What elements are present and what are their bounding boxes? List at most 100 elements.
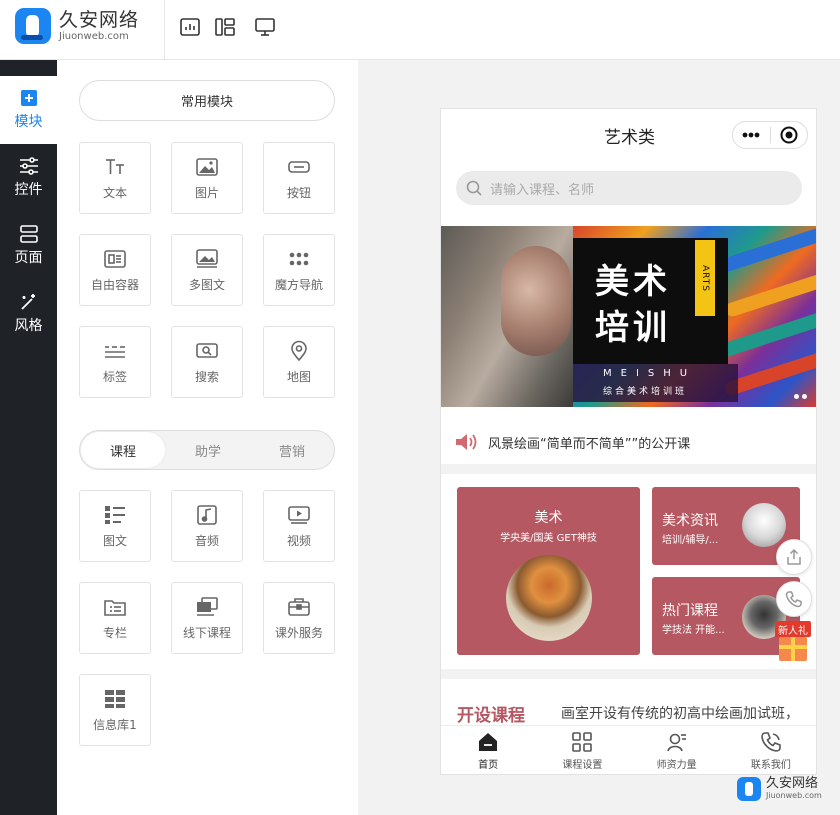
module-cube-nav[interactable]: 魔方导航 [263, 234, 335, 306]
top-bar: 久安网络 Jiuonweb.com [0, 0, 840, 60]
tab-label: 课程设置 [562, 760, 603, 771]
sidebar-item-style[interactable]: 风格 [0, 280, 57, 348]
module-audio[interactable]: 音频 [171, 490, 243, 562]
banner-painter-photo [441, 226, 573, 407]
video-icon [288, 505, 310, 524]
more-icon[interactable] [733, 122, 770, 148]
banner-subtitle-cn: 综合美术培训班 [603, 387, 688, 397]
section-description: 画室开设有传统的初高中绘画加试班， [561, 706, 799, 722]
module-label: 信息库1 [93, 717, 137, 732]
module-label: 地图 [286, 369, 311, 384]
module-column[interactable]: 专栏 [79, 582, 151, 654]
module-graphic-text[interactable]: 图文 [79, 490, 151, 562]
tab-course-settings[interactable]: 课程设置 [535, 726, 629, 774]
card-subtitle: 学技法 开能... [662, 625, 725, 636]
monitor-icon[interactable] [254, 16, 276, 38]
sidebar-item-controls[interactable]: 控件 [0, 144, 57, 212]
tab-label: 首页 [478, 760, 499, 771]
image-icon [196, 157, 218, 176]
sidebar-item-label: 控件 [14, 182, 43, 198]
banner-arts-tag: ARTS [695, 240, 715, 316]
card-painting-image [506, 555, 592, 641]
briefcase-icon [288, 597, 310, 616]
call-button[interactable] [776, 581, 812, 617]
search-icon [466, 180, 482, 196]
common-modules-header[interactable]: 常用模块 [79, 80, 335, 121]
search-box-icon [196, 342, 218, 358]
banner-carousel[interactable]: 美术 培训 ARTS MEISHU 综合美术培训班 [441, 226, 816, 407]
audio-icon [197, 504, 217, 525]
share-button[interactable] [776, 539, 812, 575]
module-multi-image[interactable]: 多图文 [171, 234, 243, 306]
module-free-container[interactable]: 自由容器 [79, 234, 151, 306]
module-search[interactable]: 搜索 [171, 326, 243, 398]
tab-contact[interactable]: 联系我们 [724, 726, 816, 774]
carousel-indicator[interactable] [794, 394, 807, 399]
stats-icon[interactable] [179, 16, 201, 38]
sidebar-item-modules[interactable]: 模块 [0, 76, 57, 144]
gift-label: 新人礼 [775, 621, 811, 637]
sidebar-item-label: 风格 [14, 318, 43, 334]
tab-label: 联系我们 [750, 760, 791, 771]
new-user-gift[interactable]: 新人礼 [775, 621, 811, 663]
module-label: 标签 [102, 369, 127, 384]
module-label: 文本 [102, 185, 127, 200]
list-image-icon [105, 505, 125, 524]
module-label: 线下课程 [182, 625, 231, 640]
phone-icon [761, 732, 781, 752]
card-subtitle: 学央美/国美 GET神技 [500, 533, 597, 544]
brand-logo[interactable]: 久安网络 Jiuonweb.com [15, 8, 139, 44]
module-label: 图片 [194, 185, 219, 200]
module-info-library[interactable]: 信息库1 [79, 674, 151, 746]
module-offline-course[interactable]: 线下课程 [171, 582, 243, 654]
section-divider [441, 669, 816, 679]
watermark-domain: Jiuonweb.com [766, 791, 822, 800]
module-map[interactable]: 地图 [263, 326, 335, 398]
tab-study-aid[interactable]: 助学 [166, 431, 250, 469]
home-icon [479, 733, 498, 751]
bottom-tab-bar: 首页 课程设置 师资力量 联系我们 [441, 725, 816, 774]
module-button[interactable]: 按钮 [263, 142, 335, 214]
module-image[interactable]: 图片 [171, 142, 243, 214]
sidebar-top-cap [0, 60, 57, 76]
module-video[interactable]: 视频 [263, 490, 335, 562]
grid-table-icon [105, 689, 125, 708]
phone-preview: 艺术类 请输入课程、名师 美术 培训 ARTS MEISHU 综合美术培训班 风… [440, 108, 817, 775]
sliders-icon [19, 157, 38, 175]
teacher-icon [666, 733, 686, 752]
magic-wand-icon [20, 294, 35, 310]
grid-dots-icon [289, 252, 309, 265]
notice-text: 风景绘画“简单而不简单””的公开课 [488, 436, 691, 452]
module-label: 图文 [102, 533, 127, 548]
module-extracurricular[interactable]: 课外服务 [263, 582, 335, 654]
multi-image-icon [196, 248, 218, 268]
brand-logo-mark [15, 8, 51, 44]
module-text[interactable]: 文本 [79, 142, 151, 214]
card-sketch-image [742, 503, 786, 547]
search-placeholder: 请输入课程、名师 [490, 182, 595, 198]
tab-marketing[interactable]: 营销 [250, 431, 334, 469]
miniprogram-capsule [732, 121, 808, 149]
card-title: 美术 [534, 510, 563, 526]
layout-icon[interactable] [214, 16, 236, 38]
tab-courses[interactable]: 课程 [81, 432, 165, 468]
module-label: 视频 [286, 533, 311, 548]
map-pin-icon [291, 340, 307, 361]
tab-teachers[interactable]: 师资力量 [630, 726, 724, 774]
tab-home[interactable]: 首页 [441, 726, 535, 774]
module-tag[interactable]: 标签 [79, 326, 151, 398]
speaker-icon [456, 434, 477, 450]
close-target-icon[interactable] [770, 122, 807, 148]
sidebar-item-label: 页面 [14, 250, 43, 266]
card-art[interactable]: 美术 学央美/国美 GET神技 [457, 487, 640, 655]
card-title: 美术资讯 [662, 513, 718, 529]
module-label: 课外服务 [274, 625, 323, 640]
banner-title-line2: 培训 [595, 308, 671, 348]
module-label: 搜索 [194, 369, 219, 384]
notice-bar[interactable]: 风景绘画“简单而不简单””的公开课 [441, 421, 816, 463]
search-input[interactable]: 请输入课程、名师 [456, 171, 802, 205]
sidebar-item-pages[interactable]: 页面 [0, 212, 57, 280]
button-icon [288, 160, 310, 173]
tag-lines-icon [105, 345, 125, 358]
plus-square-icon [20, 90, 37, 106]
